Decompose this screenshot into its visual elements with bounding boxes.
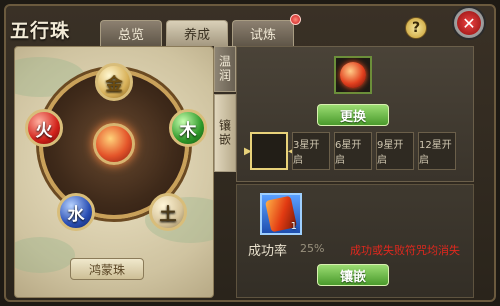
side-tab-inlay[interactable]: 镶嵌 [214,94,236,172]
pearl-name-plate: 鸿蒙珠 [70,258,144,280]
rune-slot-1[interactable] [250,132,288,170]
inlay-button[interactable]: 镶嵌 [317,264,389,286]
rune-slot-4[interactable]: 9星开启 [376,132,414,170]
earth-orb-icon[interactable]: 土 [149,193,187,231]
side-tab-nourish-label: 温润 [217,55,232,83]
water-orb-icon[interactable]: 水 [57,193,95,231]
close-icon: ✕ [457,11,481,35]
tab-cultivate[interactable]: 养成 [166,20,228,46]
core-pearl-icon[interactable] [93,123,135,165]
pearl-name: 鸿蒙珠 [88,262,125,277]
fire-orb-icon[interactable]: 火 [25,109,63,147]
success-rate-value: 25% [300,242,325,255]
tab-trial-label: 试炼 [249,28,276,43]
tab-overview-label: 总览 [117,28,144,43]
cloud-decoration [15,237,75,273]
replace-button[interactable]: 更换 [317,104,389,126]
fire-gem-icon [340,62,366,88]
tab-overview[interactable]: 总览 [100,20,162,46]
failure-warning-text: 成功或失败符咒均消失 [350,244,460,257]
tab-trial[interactable]: 试炼 [232,20,294,46]
selection-arrow-left-icon: ▶ [244,146,252,157]
rune-slot-3[interactable]: 6星开启 [334,132,372,170]
wood-orb-icon[interactable]: 木 [169,109,207,147]
rune-slot-2-label: 3星开启 [293,140,320,166]
side-tab-inlay-label: 镶嵌 [217,119,232,147]
side-tab-bar: 温润 镶嵌 [214,46,236,176]
replace-button-label: 更换 [339,109,366,125]
item-count: 1 [290,221,297,232]
window-title: 五行珠 [10,20,71,42]
tab-cultivate-label: 养成 [183,28,210,43]
notification-dot [290,14,301,25]
success-rate-label: 成功率 [248,244,288,259]
help-icon[interactable]: ? [405,17,427,39]
close-button[interactable]: ✕ [452,6,486,40]
rune-slot-4-label: 9星开启 [377,140,404,166]
inlay-button-label: 镶嵌 [339,269,366,285]
rune-slot-2[interactable]: 3星开启 [292,132,330,170]
metal-orb-icon[interactable]: 金 [95,63,133,101]
rune-slot-5-label: 12星开启 [419,140,452,166]
side-tab-nourish[interactable]: 温润 [214,46,236,92]
talisman-item-slot[interactable]: 1 [260,193,302,235]
rune-slot-5[interactable]: 12星开启 [418,132,456,170]
gem-slot[interactable] [334,56,372,94]
rune-slot-3-label: 6星开启 [335,140,362,166]
